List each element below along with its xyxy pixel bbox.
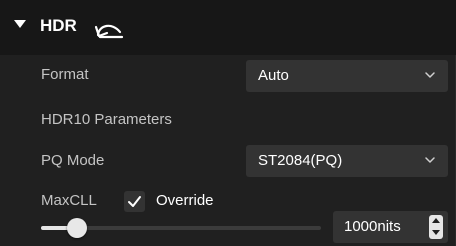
- override-checkbox[interactable]: [124, 191, 145, 212]
- hdr10-parameters-heading: HDR10 Parameters: [41, 111, 172, 128]
- undo-icon[interactable]: [92, 15, 126, 39]
- chevron-down-icon: [424, 153, 436, 165]
- maxcll-slider-track[interactable]: [77, 226, 321, 230]
- check-icon: [128, 196, 141, 207]
- override-label[interactable]: Override: [156, 192, 214, 209]
- pq-mode-label: PQ Mode: [41, 152, 105, 169]
- maxcll-spinbox[interactable]: 1000nits: [333, 211, 448, 243]
- caret-down-icon[interactable]: [14, 20, 26, 28]
- chevron-down-icon: [424, 68, 436, 80]
- pq-mode-value: ST2084(PQ): [258, 152, 343, 169]
- spin-up-button[interactable]: [429, 215, 443, 227]
- format-value: Auto: [258, 67, 289, 84]
- format-dropdown[interactable]: Auto: [246, 60, 448, 92]
- spin-down-button[interactable]: [429, 227, 443, 239]
- section-title: HDR: [40, 16, 77, 35]
- pq-mode-dropdown[interactable]: ST2084(PQ): [246, 145, 448, 177]
- hdr-panel: HDR Format Auto HDR10 Parameters PQ Mode…: [0, 0, 456, 246]
- spin-arrows-icon: [429, 215, 443, 239]
- maxcll-value[interactable]: 1000nits: [344, 218, 401, 235]
- format-label: Format: [41, 66, 89, 83]
- maxcll-label: MaxCLL: [41, 192, 97, 209]
- hdr-section-header[interactable]: HDR: [0, 0, 456, 55]
- maxcll-slider-handle[interactable]: [67, 218, 88, 238]
